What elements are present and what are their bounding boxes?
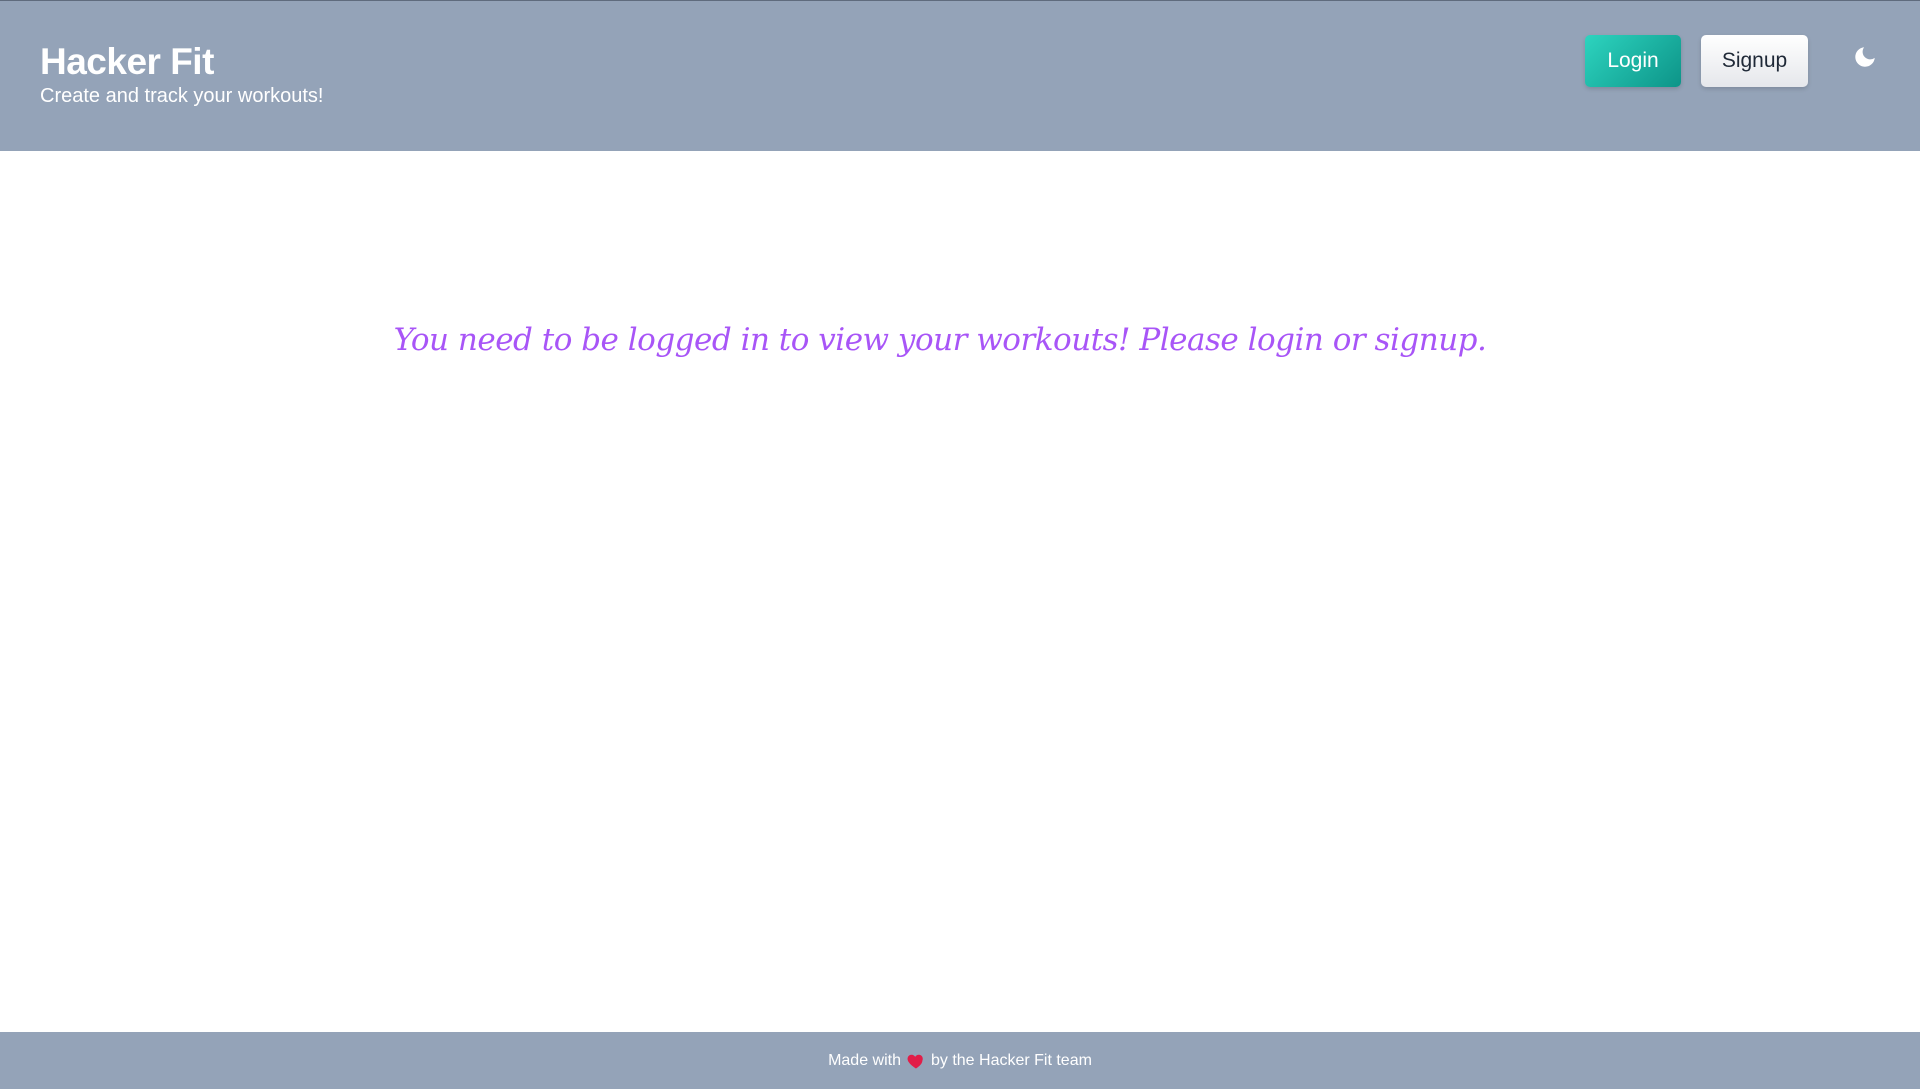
moon-icon[interactable] <box>1850 42 1880 72</box>
footer: Made with by the Hacker Fit team <box>0 1032 1920 1089</box>
signup-button[interactable]: Signup <box>1701 35 1808 87</box>
login-button[interactable]: Login <box>1585 35 1681 87</box>
heart-icon <box>905 1050 927 1072</box>
app-tagline: Create and track your workouts! <box>40 85 324 107</box>
footer-credits: Made with by the Hacker Fit team <box>828 1050 1092 1072</box>
footer-text-after: by the Hacker Fit team <box>930 1051 1092 1069</box>
page: Hacker Fit Create and track your workout… <box>0 0 1920 1089</box>
main-content: You need to be logged in to view your wo… <box>0 151 1920 1032</box>
header-actions: Login Signup <box>1585 35 1880 87</box>
brand: Hacker Fit Create and track your workout… <box>40 1 323 109</box>
footer-text-before: Made with <box>828 1051 901 1069</box>
heart-icon-svg <box>907 1054 923 1068</box>
app-title[interactable]: Hacker Fit <box>40 41 323 83</box>
top-navbar: Hacker Fit Create and track your workout… <box>0 0 1920 151</box>
login-required-message: You need to be logged in to view your wo… <box>393 322 1487 358</box>
moon-icon-svg <box>1855 47 1875 67</box>
